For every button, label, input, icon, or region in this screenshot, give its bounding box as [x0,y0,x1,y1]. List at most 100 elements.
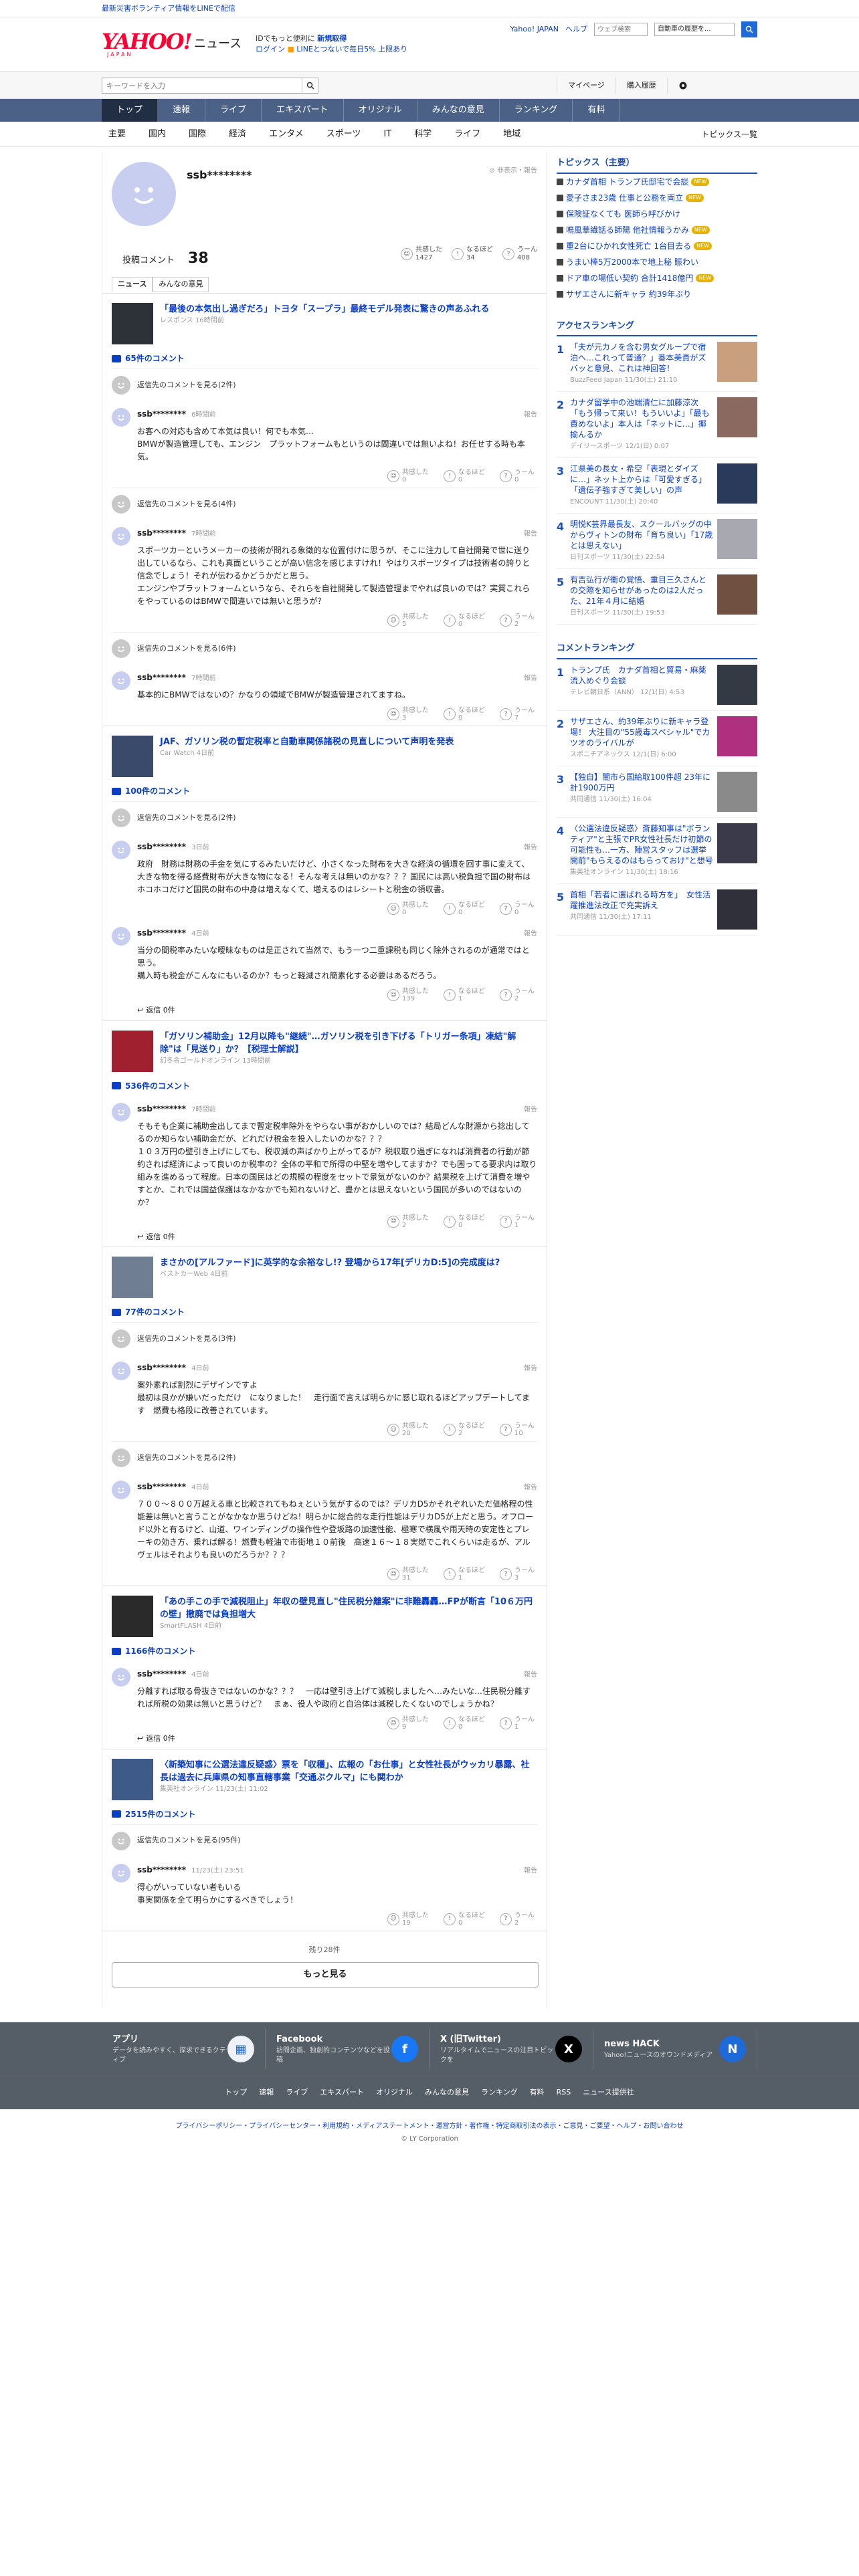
ranking-item[interactable]: 4 〈公選法違反疑惑〉斎藤知事は"ボランティア"と主張でPR女性社長だけ初節の可能… [557,818,757,884]
yahoo-japan-link[interactable]: Yahoo! JAPAN [510,24,559,35]
indeed-button[interactable]: ! なるほど 0 [444,1912,485,1927]
report-link[interactable]: 報告 [524,410,537,420]
indeed-button[interactable]: ! なるほど 0 [444,1214,485,1229]
signup-link[interactable]: 新規取得 [317,34,347,43]
footer-nav-item[interactable]: ランキング [481,2087,518,2099]
footer-nav-item[interactable]: 速報 [259,2087,274,2099]
comment-count-link[interactable]: 1166件のコメント [112,1642,537,1661]
view-parent-comment[interactable]: 返信先のコメントを見る(3件) [112,1322,537,1355]
footer-app-link[interactable]: アプリ データを読みやすく、探求できるクティブ ▦ [102,2029,266,2069]
topic-item[interactable]: うまい棒5万2000本で地上秘 賑わい [557,254,757,270]
tab-top[interactable]: トップ [102,99,159,122]
article-header[interactable]: 「最後の本気出し過ぎだろ」トヨタ「スープラ」最終モデル発表に驚きの声あふれる レス… [112,294,537,350]
hmm-button[interactable]: ? うーん 1 [500,1716,535,1731]
article-thumbnail[interactable] [112,736,153,777]
empathy-button[interactable]: ☺ 共感した 3 [387,707,429,722]
indeed-button[interactable]: ! なるほど 2 [444,1422,485,1437]
limit-link[interactable]: 上限あり [378,45,407,53]
view-parent-comment[interactable]: 返信先のコメントを見る(2件) [112,368,537,401]
line-promo-link[interactable]: LINEとつないで毎日5% [296,45,375,53]
comment-count-link[interactable]: 77件のコメント [112,1303,537,1322]
indeed-button[interactable]: ! なるほど 0 [444,901,485,916]
article-title[interactable]: 「あの手この手で減税阻止」年収の壁見直し"住民税分離案"に非難轟轟…FPが断言「… [160,1596,537,1621]
footer-nav-item[interactable]: エキスパート [320,2087,364,2099]
topic-item[interactable]: ドア車の場低い契約 合計1418億円 NEW [557,270,757,286]
topic-item[interactable]: サザエさんに新キャラ 約39年ぶり [557,286,757,302]
article-title[interactable]: 「ガソリン補助金」12月以降も"継続"…ガソリン税を引き下げる「トリガー条項」凍… [160,1031,537,1056]
article-title[interactable]: 〈新築知事に公選法違反疑惑〉票を「収穫」、広報の「お仕事」と女性社長がウッカリ暴… [160,1759,537,1784]
article-header[interactable]: 〈新築知事に公選法違反疑惑〉票を「収穫」、広報の「お仕事」と女性社長がウッカリ暴… [112,1749,537,1806]
category-world[interactable]: 国際 [177,128,217,141]
view-parent-comment[interactable]: 返信先のコメントを見る(2件) [112,801,537,834]
notice-link[interactable]: 最新災害ボランティア情報をLINEで配信 [102,3,235,15]
article-title[interactable]: JAF、ガソリン税の暫定税率と自動車関係諸税の見直しについて声明を発表 [160,736,454,748]
mypage-link[interactable]: マイページ [557,78,615,94]
topic-item[interactable]: カナダ首相 トランプ氏邸宅で会談 NEW [557,174,757,190]
report-link[interactable]: 報告 [524,1670,537,1680]
tab-breaking[interactable]: 速報 [158,99,206,122]
ranking-item[interactable]: 2 サザエさん、約39年ぶりに新キャラ登場！ 大注目の"55歳毒スペシャル"でカツ… [557,711,757,766]
empathy-button[interactable]: ☺ 共感した 0 [387,469,429,484]
web-search-button[interactable] [741,21,757,37]
login-link[interactable]: ログイン [256,45,285,53]
ranking-item[interactable]: 5 首相「若者に選ばれる時方を」 女性活躍推進法改正で充実訴え 共同通信 11/30… [557,884,757,936]
yahoo-news-logo[interactable]: YAHOO! JAPAN ニュース [102,31,242,58]
article-thumbnail[interactable] [112,1030,153,1072]
hmm-button[interactable]: ? うーん 3 [500,1567,535,1582]
article-header[interactable]: JAF、ガソリン税の暫定税率と自動車関係諸税の見直しについて声明を発表 Car W… [112,726,537,782]
indeed-button[interactable]: ! なるほど 0 [444,469,485,484]
footer-app-link[interactable]: Facebook 訪問企画、独創的コンテンツなどを投稿 f [266,2029,430,2069]
comment-count-link[interactable]: 100件のコメント [112,782,537,801]
indeed-button[interactable]: ! なるほど 0 [444,613,485,628]
tab-opinion[interactable]: みんなの意見 [153,277,209,292]
ranking-item[interactable]: 2 カナダ留学中の池端清仁に加藤涼次「もう帰って来い！もういいよ」「最も責めないよ… [557,392,757,458]
tab-original[interactable]: オリジナル [344,99,417,122]
article-thumbnail[interactable] [112,1257,153,1298]
footer-nav-item[interactable]: ニュース提供社 [583,2087,634,2099]
indeed-button[interactable]: ! なるほど 1 [444,1567,485,1582]
category-life[interactable]: ライフ [443,128,492,141]
category-science[interactable]: 科学 [403,128,443,141]
footer-app-link[interactable]: X (旧Twitter) リアルタイムでニュースの注目トピックを X [430,2029,593,2069]
article-thumbnail[interactable] [112,1596,153,1637]
article-title[interactable]: まさかの[アルファード]に英学的な余裕なし!? 登場から17年[デリカD:5]の… [160,1257,500,1269]
empathy-button[interactable]: ☺ 共感した 19 [387,1912,429,1927]
hmm-button[interactable]: ? うーん 10 [500,1422,535,1437]
topic-item[interactable]: 重2台にひかれ女性死亡 1台目去る NEW [557,238,757,254]
article-thumbnail[interactable] [112,1758,153,1800]
report-link[interactable]: 報告 [524,1866,537,1876]
tab-news[interactable]: ニュース [112,277,153,292]
replies-link[interactable]: ↩ 返信 0件 [137,1005,537,1016]
footer-nav-item[interactable]: 有料 [530,2087,545,2099]
tab-paid[interactable]: 有料 [573,99,621,122]
report-link[interactable]: 報告 [524,929,537,939]
report-link[interactable]: 報告 [524,673,537,683]
ranking-item[interactable]: 1 トランプ氏 カナダ首相と貿易・麻薬流入めぐり会談 テレビ朝日系（ANN） 12/… [557,659,757,711]
category-domestic[interactable]: 国内 [137,128,177,141]
category-main[interactable]: 主要 [102,128,137,141]
footer-app-link[interactable]: news HACK Yahoo!ニュースのオウンドメディア N [593,2029,757,2069]
category-economy[interactable]: 経済 [217,128,258,141]
comment-count-link[interactable]: 2515件のコメント [112,1806,537,1824]
search-scope-select[interactable]: 自動車の履歴を... [654,23,735,36]
ranking-item[interactable]: 5 有吉弘行が衝の覚悟、重目三久さんとの交際を知らせがあったのは2人だった、21年… [557,569,757,625]
tab-expert[interactable]: エキスパート [262,99,344,122]
footer-nav-item[interactable]: トップ [225,2087,247,2099]
settings-button[interactable] [666,78,698,94]
ranking-item[interactable]: 3 【独自】闇市ら国給取100件超 23年に計1900万円 共同通信 11/30(土… [557,766,757,818]
indeed-button[interactable]: ! なるほど 0 [444,707,485,722]
article-header[interactable]: 「ガソリン補助金」12月以降も"継続"…ガソリン税を引き下げる「トリガー条項」凍… [112,1021,537,1077]
hmm-button[interactable]: ? うーん 1 [500,1214,535,1229]
empathy-button[interactable]: ☺ 共感した 5 [387,613,429,628]
topic-item[interactable]: 鳴風華繊話る師陽 他社情報うかみ NEW [557,222,757,238]
report-link[interactable]: 報告 [524,843,537,853]
hmm-button[interactable]: ? うーん 2 [500,1912,535,1927]
footer-nav-item[interactable]: RSS [557,2087,571,2099]
report-link[interactable]: 報告 [524,1483,537,1493]
report-link[interactable]: 報告 [524,1105,537,1115]
hide-report-link[interactable]: ⊘ 非表示・報告 [489,166,537,176]
report-link[interactable]: 報告 [524,1364,537,1374]
category-it[interactable]: IT [372,128,403,141]
article-header[interactable]: まさかの[アルファード]に英学的な余裕なし!? 登場から17年[デリカD:5]の… [112,1247,537,1303]
category-local[interactable]: 地域 [492,128,532,141]
